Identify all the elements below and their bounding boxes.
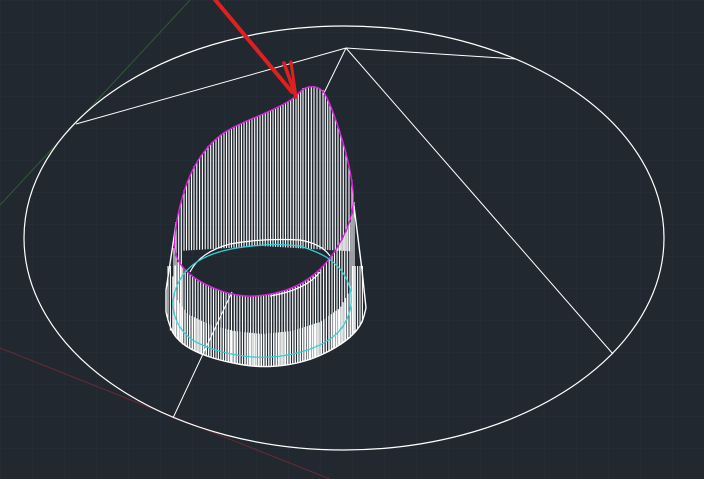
model-space-canvas[interactable]: [0, 0, 704, 479]
cad-viewport[interactable]: [0, 0, 704, 479]
